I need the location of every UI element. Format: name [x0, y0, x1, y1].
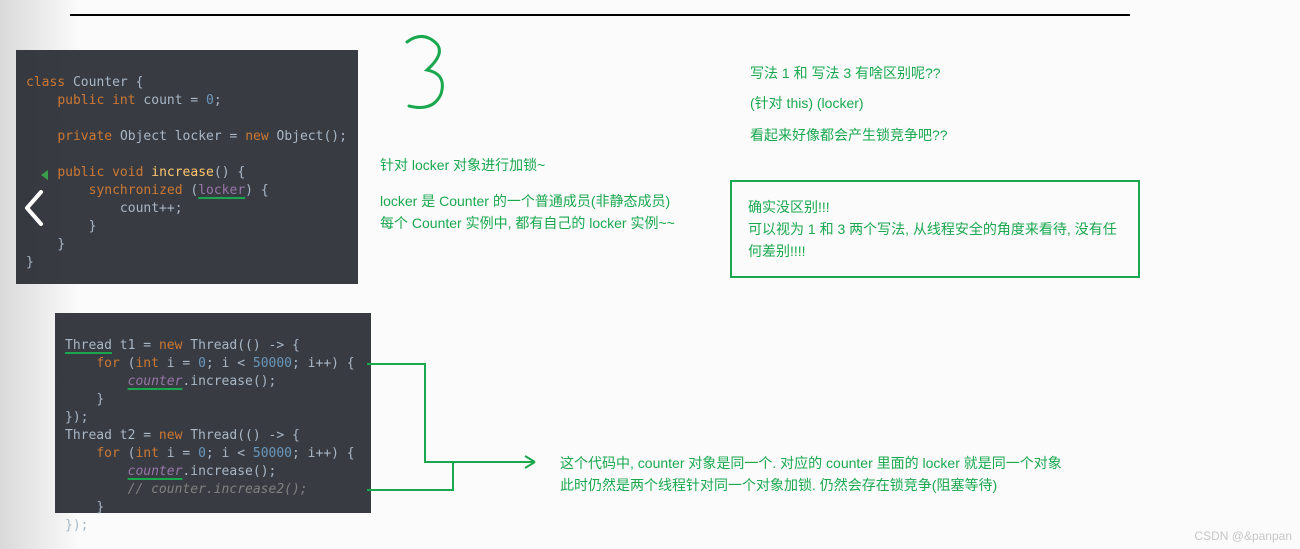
annotation-thread-explain: 这个代码中, counter 对象是同一个. 对应的 counter 里面的 l… [560, 452, 1120, 496]
arrow-icon [365, 362, 565, 502]
gutter-mark-icon [41, 170, 48, 180]
annot-line: 每个 Counter 实例中, 都有自己的 locker 实例~~ [380, 212, 710, 234]
code-block-threads: Thread t1 = new Thread(() -> { for (int … [55, 313, 371, 513]
annot-line: locker 是 Counter 的一个普通成员(非静态成员) [380, 190, 710, 212]
code-block-counter-class: class Counter { public int count = 0; pr… [16, 50, 358, 284]
watermark: CSDN @&panpan [1194, 529, 1292, 543]
annotation-answer-box: 确实没区别!!! 可以视为 1 和 3 两个写法, 从线程安全的角度来看待, 没… [730, 180, 1140, 278]
thread-t1-ref: Thread [65, 338, 112, 353]
counter-ref: counter [128, 374, 183, 389]
annot-line: 写法 1 和 写法 3 有啥区别呢?? [750, 62, 1110, 84]
annot-line: 可以视为 1 和 3 两个写法, 从线程安全的角度来看待, 没有任何差别!!!! [748, 218, 1122, 262]
annot-line: 确实没区别!!! [748, 196, 1122, 218]
top-divider [70, 14, 1130, 16]
big-three-glyph [395, 28, 449, 118]
annot-line: 此时仍然是两个线程针对同一个对象加锁. 仍然会存在锁竞争(阻塞等待) [560, 474, 1120, 496]
annot-line: 看起来好像都会产生锁竞争吧?? [750, 124, 1110, 146]
counter-ref: counter [128, 464, 183, 479]
annot-line: (针对 this) (locker) [750, 92, 1110, 114]
annotation-question: 写法 1 和 写法 3 有啥区别呢?? (针对 this) (locker) 看… [750, 62, 1110, 146]
locker-reference: locker [198, 183, 245, 198]
annotation-locker-explain: 针对 locker 对象进行加锁~ locker 是 Counter 的一个普通… [380, 154, 710, 234]
annot-line: 针对 locker 对象进行加锁~ [380, 154, 710, 176]
annot-line: 这个代码中, counter 对象是同一个. 对应的 counter 里面的 l… [560, 452, 1120, 474]
